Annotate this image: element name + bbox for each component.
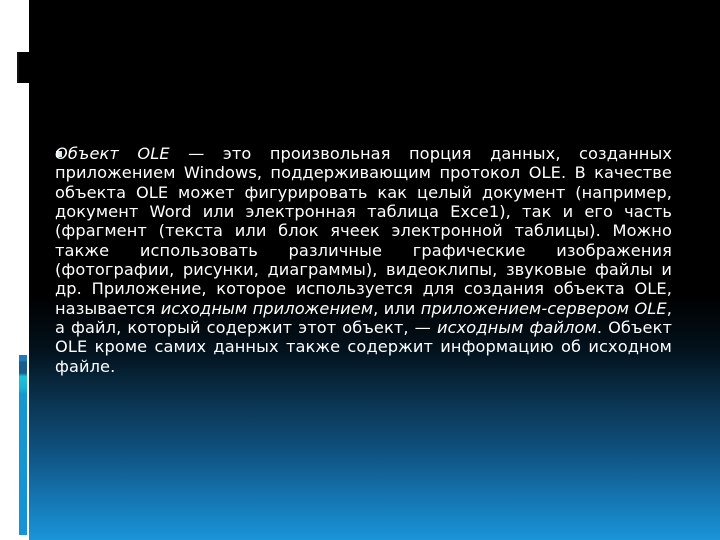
- body-paragraph: Объект OLE — это произвольная порция дан…: [55, 144, 672, 376]
- text-segment: , или: [373, 298, 421, 318]
- term-source-file: исходным файлом: [436, 318, 597, 338]
- accent-bar-bottom: [19, 355, 27, 535]
- text-segment: — это произвольная порция данных, создан…: [55, 144, 673, 318]
- slide: Объект OLE — это произвольная порция дан…: [0, 0, 720, 540]
- term-ole-server-application: приложением-сервером OLE: [420, 298, 667, 318]
- term-ole-object: Объект OLE: [55, 144, 170, 163]
- term-source-application: исходным приложением: [160, 298, 374, 318]
- slide-body: Объект OLE — это произвольная порция дан…: [55, 144, 672, 376]
